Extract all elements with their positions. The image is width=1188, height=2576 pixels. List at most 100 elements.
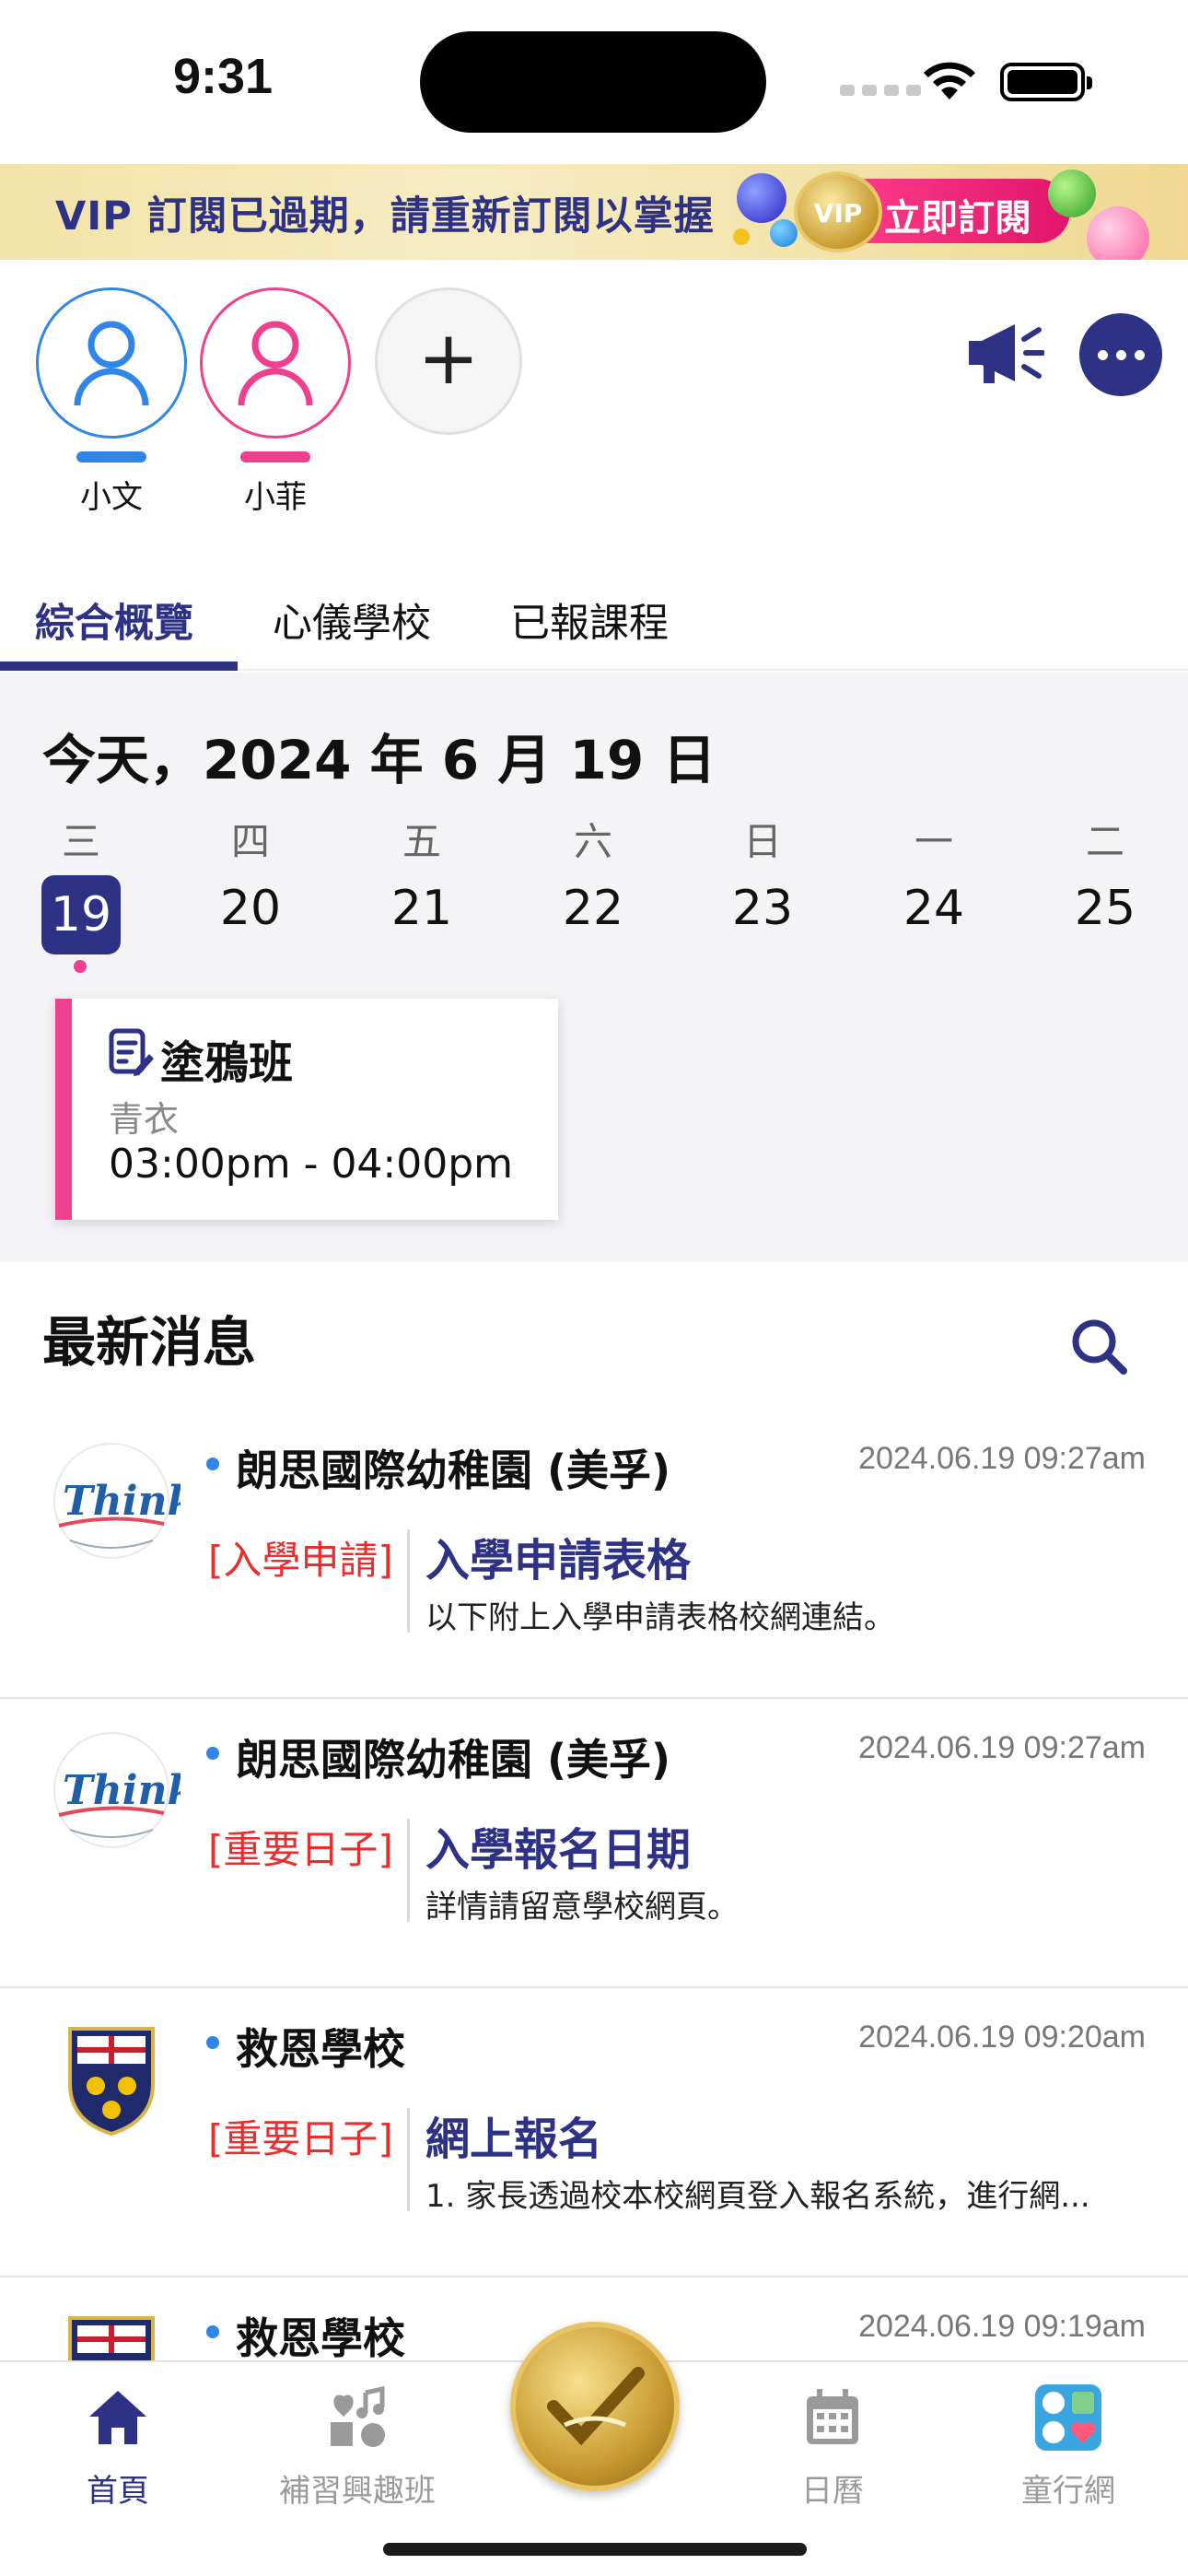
news-timestamp: 2024.06.19 09:19am <box>858 2309 1146 2344</box>
balloon-decoration <box>1048 170 1096 217</box>
vip-crown-badge: VIP <box>794 171 882 252</box>
status-bar: 9:31 <box>0 0 1188 164</box>
event-time: 03:00pm - 04:00pm <box>109 1141 514 1188</box>
news-school-name: 救恩學校 <box>206 2016 405 2077</box>
tab-favorite-schools[interactable]: 心儀學校 <box>273 591 431 649</box>
balloon-decoration <box>770 219 798 247</box>
tab-home[interactable]: 首頁 <box>17 2381 219 2511</box>
note-edit-icon <box>109 1028 155 1082</box>
home-indicator <box>383 2543 807 2556</box>
divider <box>407 1529 410 1633</box>
profile-child-2[interactable]: 小菲 <box>197 287 354 517</box>
day-today[interactable]: 19 <box>41 875 121 954</box>
today-date-label: 今天，2024 年 6 月 19 日 <box>42 729 716 791</box>
divider <box>407 2108 410 2211</box>
checkin-center-button[interactable] <box>510 2322 680 2491</box>
event-dot <box>74 960 87 973</box>
add-profile-button[interactable]: + <box>370 287 527 435</box>
weekday-label: 三 <box>61 819 100 864</box>
think-logo: Think <box>42 1730 195 1850</box>
news-timestamp: 2024.06.19 09:20am <box>858 2020 1146 2055</box>
day-cell[interactable]: 21 <box>376 881 468 936</box>
weekday-label: 六 <box>573 819 612 864</box>
tab-enrolled-courses[interactable]: 已報課程 <box>510 591 669 649</box>
tab-calendar-label: 日曆 <box>801 2473 864 2510</box>
weekly-calendar: 今天，2024 年 6 月 19 日 三 四 五 六 日 一 二 19 20 2… <box>0 673 1188 1262</box>
battery-icon <box>1000 63 1092 101</box>
think-logo: Think <box>42 1441 195 1561</box>
weekday-label: 五 <box>402 819 441 864</box>
tab-calendar[interactable]: 日曆 <box>731 2381 934 2511</box>
news-school-name: 朗思國際幼稚園 (美孚) <box>205 1727 670 1787</box>
news-item[interactable]: Think 朗思國際幼稚園 (美孚) 2024.06.19 09:27am [入… <box>0 1410 1188 1699</box>
news-item[interactable]: Think 朗思國際幼稚園 (美孚) 2024.06.19 09:27am [重… <box>0 1699 1188 1988</box>
day-cell[interactable]: 22 <box>547 881 639 936</box>
event-card[interactable]: 塗鴉班 青衣 03:00pm - 04:00pm <box>55 999 558 1220</box>
day-cell[interactable]: 24 <box>888 881 980 936</box>
avatar <box>36 287 187 439</box>
add-profile-circle: + <box>375 287 522 435</box>
news-school-name: 朗思國際幼稚園 (美孚) <box>205 1437 670 1498</box>
event-location: 青衣 <box>109 1099 180 1140</box>
news-section-title: 最新消息 <box>42 1311 257 1374</box>
cellular-signal-icon <box>840 85 921 96</box>
news-description: 以下附上入學申請表格校網連結。 <box>425 1599 895 1636</box>
tab-indicator <box>0 662 238 671</box>
weekday-label: 四 <box>230 819 270 864</box>
day-cell[interactable]: 25 <box>1059 881 1151 936</box>
more-options-button[interactable] <box>1079 313 1162 396</box>
weekday-label: 一 <box>914 819 953 864</box>
weekday-label: 日 <box>742 819 782 864</box>
news-description: 詳情請留意學校網頁。 <box>425 1889 739 1926</box>
news-category-tag: [入學申請] <box>208 1538 393 1583</box>
news-school-name: 救恩學校 <box>206 2305 405 2366</box>
balloon-decoration <box>733 228 750 245</box>
news-timestamp: 2024.06.19 09:27am <box>858 1441 1146 1476</box>
profile-child-1[interactable]: 小文 <box>33 287 190 517</box>
person-icon <box>74 321 149 406</box>
profile-indicator <box>240 451 310 463</box>
tab-hobby-classes[interactable]: 補習興趣班 <box>256 2381 459 2511</box>
home-icon <box>17 2381 219 2454</box>
person-icon <box>238 321 313 406</box>
vip-banner-text: VIP 訂閱已過期，請重新訂閱以掌握 <box>55 193 715 240</box>
balloon-decoration <box>1087 206 1149 260</box>
profile-name: 小菲 <box>244 479 307 516</box>
day-cell[interactable]: 20 <box>204 881 297 936</box>
divider <box>407 1819 410 1922</box>
profile-name: 小文 <box>80 479 143 516</box>
news-item[interactable]: 救恩學校 2024.06.19 09:20am [重要日子] 網上報名 1. 家… <box>0 1988 1188 2277</box>
news-description: 1. 家長透過校本校網頁登入報名系統，進行網... <box>425 2178 1090 2215</box>
news-title: 入學報名日期 <box>425 1824 692 1876</box>
news-title: 網上報名 <box>425 2113 603 2165</box>
hobby-icon <box>256 2381 459 2454</box>
vip-expired-banner[interactable]: VIP 訂閱已過期，請重新訂閱以掌握 立即訂閱 VIP <box>0 164 1188 260</box>
profile-selected-indicator <box>76 451 146 463</box>
tab-home-label: 首頁 <box>87 2473 149 2510</box>
calendar-icon <box>731 2381 934 2454</box>
search-icon[interactable] <box>1070 1317 1129 1380</box>
tab-bar-top: 綜合概覽 心儀學校 已報課程 <box>0 569 1188 671</box>
bottom-tab-bar: 首頁 補習興趣班 日曆 童行網 <box>0 2322 1188 2576</box>
balloon-decoration <box>737 173 786 223</box>
tab-overview[interactable]: 綜合概覽 <box>35 591 193 649</box>
ksy-crest-logo <box>42 2020 181 2139</box>
news-title: 入學申請表格 <box>425 1535 692 1587</box>
status-time: 9:31 <box>173 49 274 104</box>
event-title: 塗鴉班 <box>160 1037 294 1089</box>
day-cell[interactable]: 23 <box>716 881 809 936</box>
dynamic-island <box>420 31 766 133</box>
wifi-icon <box>921 57 978 105</box>
community-icon <box>967 2381 1170 2454</box>
news-timestamp: 2024.06.19 09:27am <box>858 1730 1146 1765</box>
subscribe-now-label: 立即訂閱 <box>884 197 1031 240</box>
avatar <box>200 287 351 439</box>
plus-icon: + <box>417 315 480 401</box>
megaphone-icon[interactable] <box>965 321 1045 391</box>
tab-community[interactable]: 童行網 <box>967 2381 1170 2511</box>
check-book-icon <box>547 2367 645 2446</box>
news-category-tag: [重要日子] <box>208 2116 393 2161</box>
news-category-tag: [重要日子] <box>208 1827 393 1872</box>
tab-community-label: 童行網 <box>1021 2473 1115 2510</box>
weekday-label: 二 <box>1085 819 1124 864</box>
